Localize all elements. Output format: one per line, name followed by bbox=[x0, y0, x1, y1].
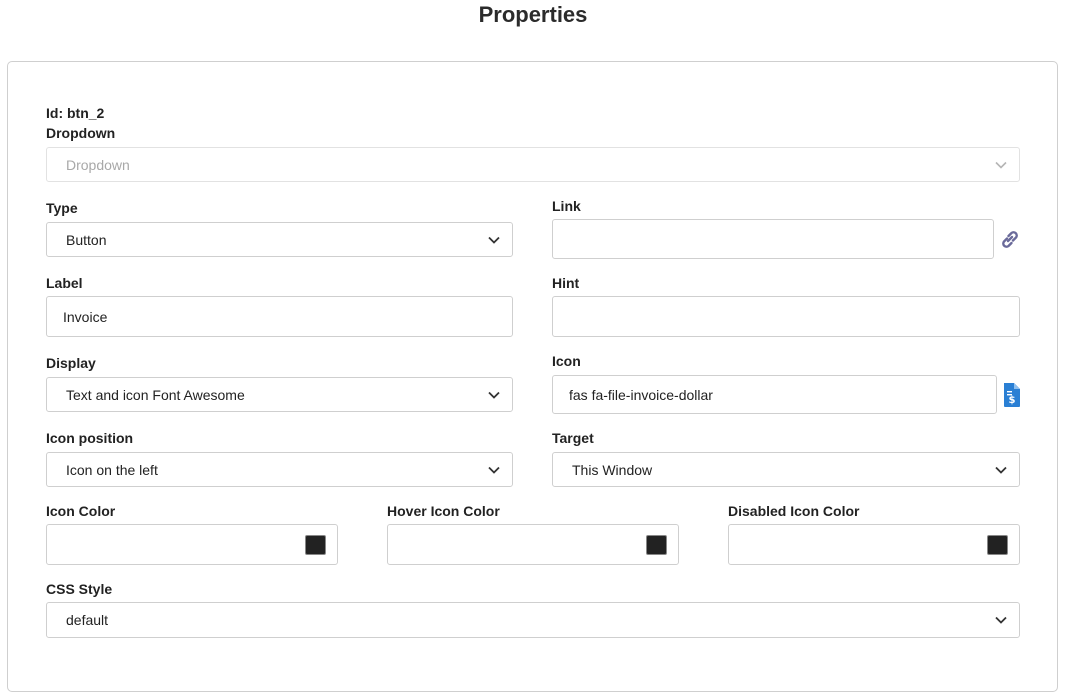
type-select[interactable]: Button bbox=[46, 222, 513, 257]
target-value: This Window bbox=[572, 461, 653, 478]
chevron-down-icon bbox=[995, 466, 1007, 474]
icon-color-swatch[interactable] bbox=[305, 534, 326, 555]
disabled-icon-color-input[interactable] bbox=[728, 524, 1020, 565]
icon-color-label: Icon Color bbox=[46, 503, 116, 519]
dropdown-select: Dropdown bbox=[46, 147, 1020, 182]
display-value: Text and icon Font Awesome bbox=[66, 386, 245, 403]
display-label: Display bbox=[46, 355, 96, 371]
icon-position-select[interactable]: Icon on the left bbox=[46, 452, 513, 487]
link-label: Link bbox=[552, 198, 581, 214]
target-label: Target bbox=[552, 430, 594, 446]
chevron-down-icon bbox=[995, 616, 1007, 624]
icon-value: fas fa-file-invoice-dollar bbox=[569, 386, 713, 403]
page-title: Properties bbox=[478, 2, 588, 27]
svg-text:$: $ bbox=[1009, 395, 1016, 406]
hover-icon-color-input[interactable] bbox=[387, 524, 679, 565]
chevron-down-icon bbox=[995, 161, 1007, 169]
icon-input[interactable]: fas fa-file-invoice-dollar bbox=[552, 375, 997, 414]
chevron-down-icon bbox=[488, 236, 500, 244]
link-input[interactable] bbox=[552, 219, 994, 259]
disabled-icon-color-swatch[interactable] bbox=[987, 534, 1008, 555]
dropdown-label: Dropdown bbox=[46, 125, 116, 141]
css-style-select[interactable]: default bbox=[46, 602, 1020, 638]
properties-panel: Id: btn_2 Dropdown Dropdown Type Button … bbox=[7, 61, 1058, 692]
label-input[interactable]: Invoice bbox=[46, 296, 513, 337]
icon-label: Icon bbox=[552, 353, 581, 369]
hover-icon-color-label: Hover Icon Color bbox=[387, 503, 500, 519]
label-field-label: Label bbox=[46, 275, 83, 291]
hover-icon-color-swatch[interactable] bbox=[646, 534, 667, 555]
chevron-down-icon bbox=[488, 466, 500, 474]
hint-label: Hint bbox=[552, 275, 580, 291]
type-label: Type bbox=[46, 200, 78, 216]
icon-position-label: Icon position bbox=[46, 430, 134, 446]
type-value: Button bbox=[66, 231, 107, 248]
chevron-down-icon bbox=[488, 391, 500, 399]
file-invoice-dollar-icon[interactable]: $ bbox=[1002, 382, 1022, 408]
css-style-value: default bbox=[66, 612, 109, 628]
hint-input[interactable] bbox=[552, 296, 1020, 337]
css-style-label: CSS Style bbox=[46, 581, 113, 597]
dropdown-value: Dropdown bbox=[66, 156, 130, 173]
icon-position-value: Icon on the left bbox=[66, 461, 158, 478]
disabled-icon-color-label: Disabled Icon Color bbox=[728, 503, 860, 519]
target-select[interactable]: This Window bbox=[552, 452, 1020, 487]
display-select[interactable]: Text and icon Font Awesome bbox=[46, 377, 513, 412]
link-icon[interactable] bbox=[999, 228, 1021, 250]
icon-color-input[interactable] bbox=[46, 524, 338, 565]
id-label: Id: btn_2 bbox=[46, 105, 105, 121]
label-value: Invoice bbox=[63, 308, 108, 325]
